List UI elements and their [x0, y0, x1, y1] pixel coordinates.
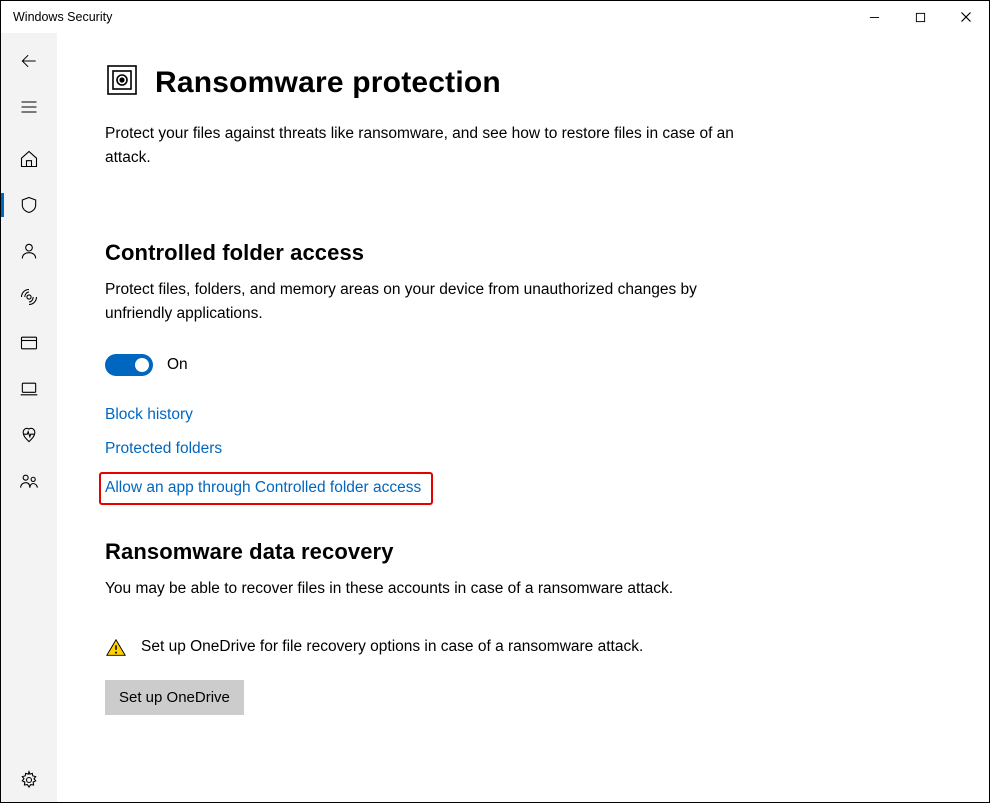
- nav-home[interactable]: [1, 137, 57, 181]
- allow-app-link[interactable]: Allow an app through Controlled folder a…: [99, 472, 433, 505]
- title-bar: Windows Security: [1, 1, 989, 33]
- setup-onedrive-button[interactable]: Set up OneDrive: [105, 680, 244, 715]
- maximize-button[interactable]: [897, 1, 943, 33]
- controlled-folder-toggle[interactable]: [105, 354, 153, 376]
- nav-settings[interactable]: [1, 758, 57, 802]
- warning-icon: [105, 635, 127, 664]
- onedrive-message: Set up OneDrive for file recovery option…: [141, 635, 643, 659]
- recovery-heading: Ransomware data recovery: [105, 539, 765, 565]
- window-controls: [851, 1, 989, 33]
- nav-app-browser-control[interactable]: [1, 321, 57, 365]
- protected-folders-link[interactable]: Protected folders: [105, 440, 222, 458]
- toggle-state-label: On: [167, 356, 188, 374]
- app-window: Windows Security: [0, 0, 990, 803]
- nav-account-protection[interactable]: [1, 229, 57, 273]
- recovery-desc: You may be able to recover files in thes…: [105, 577, 765, 601]
- ransomware-icon: [105, 63, 139, 102]
- hamburger-menu-button[interactable]: [1, 85, 57, 129]
- nav-firewall[interactable]: [1, 275, 57, 319]
- nav-family-options[interactable]: [1, 459, 57, 503]
- block-history-link[interactable]: Block history: [105, 406, 193, 424]
- close-button[interactable]: [943, 1, 989, 33]
- controlled-folder-desc: Protect files, folders, and memory areas…: [105, 278, 765, 326]
- controlled-folder-heading: Controlled folder access: [105, 240, 765, 266]
- sidebar: [1, 33, 57, 802]
- nav-virus-protection[interactable]: [1, 183, 57, 227]
- nav-device-security[interactable]: [1, 367, 57, 411]
- window-title: Windows Security: [13, 10, 112, 24]
- page-title: Ransomware protection: [155, 66, 501, 100]
- main-content: Ransomware protection Protect your files…: [57, 33, 989, 802]
- minimize-button[interactable]: [851, 1, 897, 33]
- nav-device-performance[interactable]: [1, 413, 57, 457]
- page-subtitle: Protect your files against threats like …: [105, 122, 765, 170]
- back-button[interactable]: [1, 39, 57, 83]
